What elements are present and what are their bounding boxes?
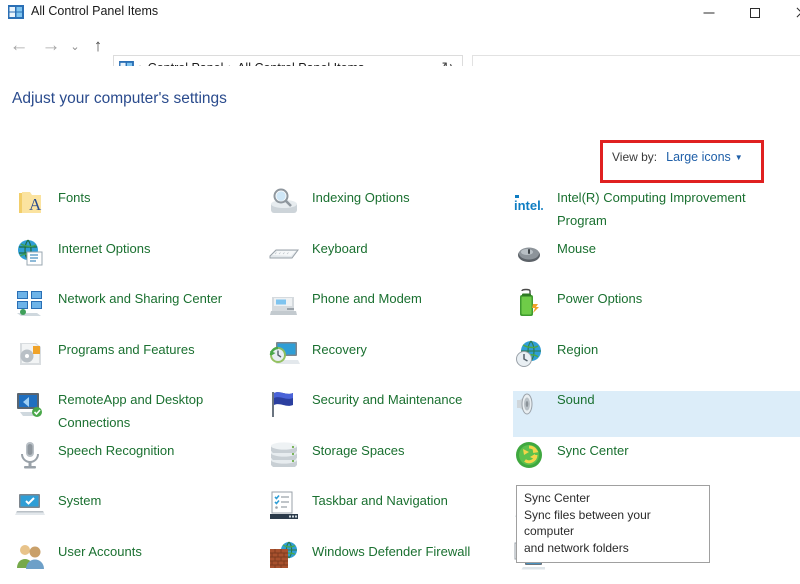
- fonts-folder-icon: A: [14, 186, 46, 218]
- control-panel-item-label: Security and Maintenance: [312, 388, 462, 411]
- control-panel-item-label: Network and Sharing Center: [58, 287, 222, 310]
- control-panel-item-taskbar-and-navigation[interactable]: Taskbar and Navigation: [268, 489, 448, 521]
- control-panel-item-label: User Accounts: [58, 540, 142, 563]
- keyboard-icon: [268, 237, 300, 269]
- svg-text:A: A: [29, 195, 42, 214]
- network-sharing-center-icon: [14, 287, 46, 319]
- control-panel-item-label: System: [58, 489, 101, 512]
- control-panel-item-recovery[interactable]: Recovery: [268, 338, 367, 370]
- arrow-left-icon: ←: [10, 35, 29, 57]
- taskbar-navigation-icon: [268, 489, 300, 521]
- control-panel-item-intel-r-computing-improvement-program[interactable]: intel Intel(R) Computing Improvement Prog…: [513, 186, 762, 232]
- control-panel-item-label: Programs and Features: [58, 338, 195, 361]
- microphone-icon: [14, 439, 46, 471]
- sync-center-tooltip: Sync Center Sync files between your comp…: [516, 485, 710, 563]
- control-panel-item-power-options[interactable]: Power Options: [513, 287, 642, 319]
- control-panel-item-label: Region: [557, 338, 598, 361]
- close-icon: [795, 7, 800, 19]
- minimize-icon: [704, 13, 715, 14]
- control-panel-icon: [8, 5, 24, 19]
- control-panel-item-label: Windows Defender Firewall: [312, 540, 470, 563]
- control-panel-item-label: Indexing Options: [312, 186, 410, 209]
- control-panel-item-sound[interactable]: Sound: [513, 388, 595, 420]
- control-panel-item-label: Keyboard: [312, 237, 368, 260]
- tooltip-line-2: and network folders: [524, 540, 702, 557]
- control-panel-item-mouse[interactable]: Mouse: [513, 237, 596, 269]
- control-panel-item-programs-and-features[interactable]: Programs and Features: [14, 338, 195, 370]
- window-title: All Control Panel Items: [31, 4, 158, 18]
- control-panel-item-label: Storage Spaces: [312, 439, 405, 462]
- chevron-down-icon: ⌄: [70, 40, 79, 53]
- storage-spaces-icon: [268, 439, 300, 471]
- control-panel-item-label: Mouse: [557, 237, 596, 260]
- recent-locations-button[interactable]: ⌄: [64, 31, 86, 61]
- control-panel-item-system[interactable]: System: [14, 489, 101, 521]
- control-panel-item-label: Intel(R) Computing Improvement Program: [557, 186, 762, 232]
- control-panel-item-fonts[interactable]: A Fonts: [14, 186, 91, 218]
- control-panel-item-label: Recovery: [312, 338, 367, 361]
- control-panel-item-label: Phone and Modem: [312, 287, 422, 310]
- sound-speaker-icon: [513, 388, 545, 420]
- control-panel-item-speech-recognition[interactable]: Speech Recognition: [14, 439, 174, 471]
- view-by-highlight-annotation: [600, 140, 764, 183]
- control-panel-item-phone-and-modem[interactable]: Phone and Modem: [268, 287, 422, 319]
- arrow-up-icon: ↑: [94, 36, 103, 56]
- maximize-icon: [750, 8, 760, 18]
- control-panel-item-windows-defender-firewall[interactable]: Windows Defender Firewall: [268, 540, 470, 572]
- security-flag-icon: [268, 388, 300, 420]
- control-panel-item-label: RemoteApp and Desktop Connections: [58, 388, 243, 434]
- mouse-icon: [513, 237, 545, 269]
- control-panel-item-label: Power Options: [557, 287, 642, 310]
- tooltip-title: Sync Center: [524, 490, 702, 507]
- user-accounts-icon: [14, 540, 46, 572]
- control-panel-item-label: Sound: [557, 388, 595, 411]
- control-panel-item-internet-options[interactable]: Internet Options: [14, 237, 151, 269]
- control-panel-window: All Control Panel Items ← → ⌄ ↑: [0, 0, 800, 584]
- remoteapp-desktop-connections-icon: [14, 388, 46, 420]
- control-panel-item-label: Fonts: [58, 186, 91, 209]
- control-panel-item-label: Speech Recognition: [58, 439, 174, 462]
- svg-text:intel: intel: [514, 198, 541, 213]
- control-panel-item-label: Taskbar and Navigation: [312, 489, 448, 512]
- close-button[interactable]: [778, 0, 800, 26]
- control-panel-item-security-and-maintenance[interactable]: Security and Maintenance: [268, 388, 462, 420]
- control-panel-item-indexing-options[interactable]: Indexing Options: [268, 186, 410, 218]
- system-laptop-icon: [14, 489, 46, 521]
- back-button[interactable]: ←: [4, 31, 34, 61]
- control-panel-item-sync-center[interactable]: Sync Center: [513, 439, 629, 471]
- control-panel-item-region[interactable]: Region: [513, 338, 598, 370]
- programs-and-features-icon: [14, 338, 46, 370]
- internet-options-icon: [14, 237, 46, 269]
- phone-and-modem-icon: [268, 287, 300, 319]
- arrow-right-icon: →: [42, 35, 61, 57]
- maximize-button[interactable]: [732, 0, 778, 26]
- page-title: Adjust your computer's settings: [12, 90, 227, 108]
- control-panel-item-remoteapp-and-desktop-connections[interactable]: RemoteApp and Desktop Connections: [14, 388, 243, 434]
- content-area: Adjust your computer's settings View by:…: [0, 66, 800, 584]
- control-panel-item-label: Internet Options: [58, 237, 151, 260]
- forward-button[interactable]: →: [36, 31, 66, 61]
- windows-defender-firewall-icon: [268, 540, 300, 572]
- control-panel-item-storage-spaces[interactable]: Storage Spaces: [268, 439, 405, 471]
- tooltip-line-1: Sync files between your computer: [524, 507, 702, 540]
- region-globe-clock-icon: [513, 338, 545, 370]
- intel-logo-icon: intel: [513, 186, 545, 218]
- recovery-icon: [268, 338, 300, 370]
- power-options-battery-icon: [513, 287, 545, 319]
- title-bar: All Control Panel Items: [0, 0, 800, 26]
- control-panel-item-label: Sync Center: [557, 439, 629, 462]
- up-button[interactable]: ↑: [84, 31, 112, 61]
- control-panel-item-user-accounts[interactable]: User Accounts: [14, 540, 142, 572]
- control-panel-item-network-and-sharing-center[interactable]: Network and Sharing Center: [14, 287, 222, 319]
- control-panel-item-keyboard[interactable]: Keyboard: [268, 237, 368, 269]
- sync-center-icon: [513, 439, 545, 471]
- navigation-bar: ← → ⌄ ↑ › Control Panel › All: [0, 26, 800, 66]
- indexing-options-icon: [268, 186, 300, 218]
- minimize-button[interactable]: [686, 0, 732, 26]
